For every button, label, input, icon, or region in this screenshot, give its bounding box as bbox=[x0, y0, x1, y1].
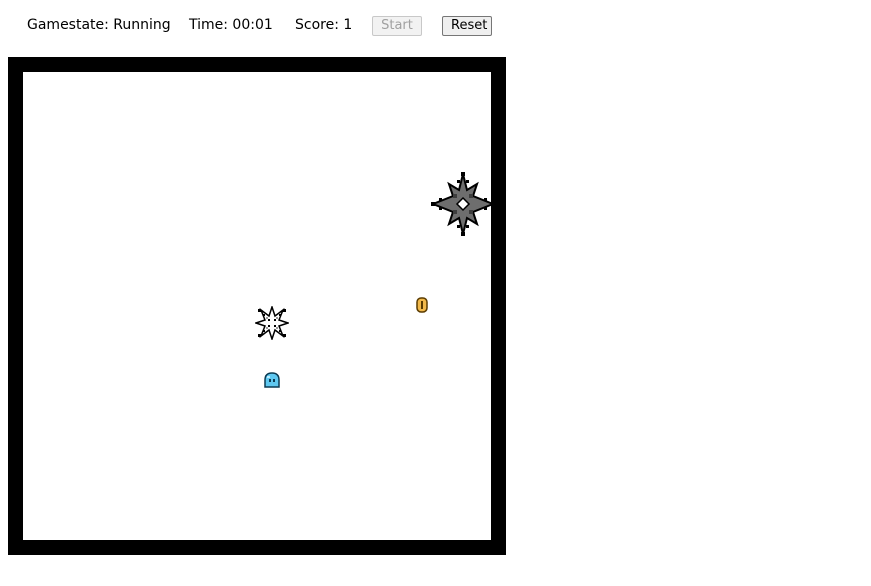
start-button[interactable]: Start bbox=[372, 16, 422, 36]
player-slime-icon bbox=[264, 372, 280, 388]
score-label: Score: 1 bbox=[295, 17, 353, 33]
time-label: Time: 00:01 bbox=[189, 17, 273, 33]
reset-button[interactable]: Reset bbox=[442, 16, 492, 36]
game-playfield[interactable] bbox=[23, 72, 495, 540]
game-arena-border bbox=[8, 57, 506, 555]
hud-bar: Gamestate: Running Time: 00:01 Score: 1 … bbox=[0, 0, 871, 52]
gamestate-label: Gamestate: Running bbox=[27, 17, 171, 33]
spike-enemy-large bbox=[431, 172, 495, 236]
spike-enemy-small bbox=[255, 306, 289, 340]
coin-icon bbox=[416, 297, 428, 313]
